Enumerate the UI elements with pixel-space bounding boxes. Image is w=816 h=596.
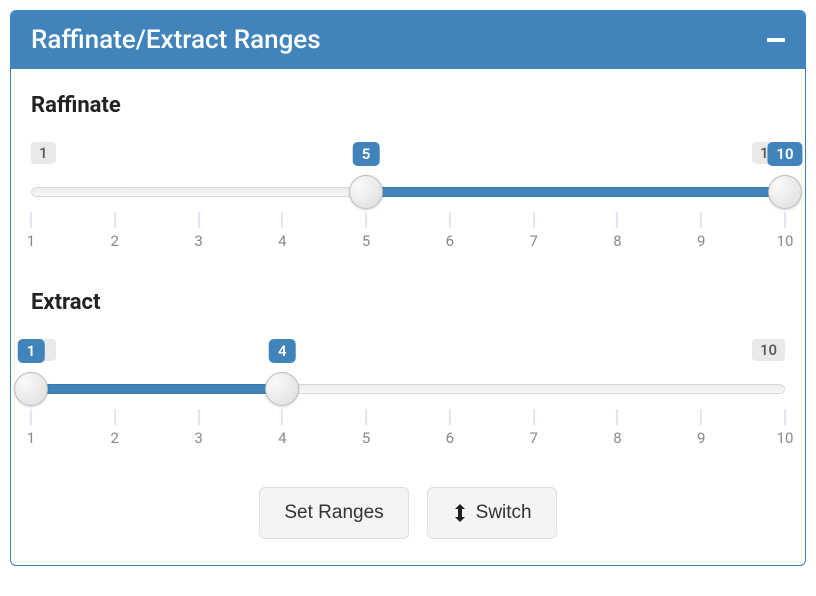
panel-title: Raffinate/Extract Ranges: [31, 25, 321, 55]
raffinate-track-fill: [366, 187, 785, 197]
tick-mark: [617, 212, 618, 228]
tick-label: 7: [529, 429, 537, 447]
tick-mark: [282, 212, 283, 228]
tick-label: 1: [27, 429, 35, 447]
tick-mark: [282, 409, 283, 425]
raffinate-bounds: 1 10: [31, 142, 785, 164]
tick-label: 2: [111, 232, 119, 250]
raffinate-low-handle[interactable]: [349, 175, 383, 209]
tick-mark: [785, 409, 786, 425]
tick-label: 7: [529, 232, 537, 250]
tick-label: 3: [194, 232, 202, 250]
tick-mark: [617, 409, 618, 425]
switch-label: Switch: [476, 502, 532, 524]
swap-vertical-icon: [452, 503, 468, 523]
tick-mark: [533, 409, 534, 425]
raffinate-high-value: 10: [767, 142, 802, 166]
tick-mark: [366, 212, 367, 228]
tick-label: 2: [111, 429, 119, 447]
tick-mark: [449, 409, 450, 425]
tick-label: 9: [697, 429, 705, 447]
tick-mark: [701, 409, 702, 425]
raffinate-min-bound: 1: [31, 142, 56, 164]
tick-mark: [533, 212, 534, 228]
extract-bounds: 1 10: [31, 339, 785, 361]
tick-label: 1: [27, 232, 35, 250]
tick-label: 10: [777, 232, 794, 250]
actions-row: Set Ranges Switch: [31, 487, 785, 539]
extract-high-handle[interactable]: [265, 372, 299, 406]
tick-label: 9: [697, 232, 705, 250]
tick-label: 8: [613, 232, 621, 250]
tick-label: 4: [278, 429, 286, 447]
extract-slider[interactable]: 1 4: [31, 371, 785, 407]
extract-slider-container: 1 10 1 4 12345678910: [31, 339, 785, 451]
tick-mark: [114, 212, 115, 228]
tick-label: 6: [446, 429, 454, 447]
extract-low-value: 1: [18, 339, 45, 363]
tick-mark: [366, 409, 367, 425]
extract-label: Extract: [31, 290, 785, 315]
switch-button[interactable]: Switch: [427, 487, 557, 539]
tick-label: 5: [362, 429, 370, 447]
tick-mark: [785, 212, 786, 228]
extract-low-handle[interactable]: [14, 372, 48, 406]
tick-mark: [198, 212, 199, 228]
raffinate-slider[interactable]: 5 10: [31, 174, 785, 210]
tick-label: 4: [278, 232, 286, 250]
raffinate-ticks: 12345678910: [31, 212, 785, 254]
tick-label: 3: [194, 429, 202, 447]
tick-label: 5: [362, 232, 370, 250]
extract-track-fill: [31, 384, 282, 394]
ranges-panel: Raffinate/Extract Ranges Raffinate 1 10 …: [10, 10, 806, 566]
raffinate-high-handle[interactable]: [768, 175, 802, 209]
panel-header: Raffinate/Extract Ranges: [11, 11, 805, 69]
raffinate-label: Raffinate: [31, 93, 785, 118]
set-ranges-label: Set Ranges: [284, 502, 383, 524]
set-ranges-button[interactable]: Set Ranges: [259, 487, 408, 539]
raffinate-low-value: 5: [353, 142, 380, 166]
minus-icon[interactable]: [767, 38, 785, 42]
tick-mark: [449, 212, 450, 228]
tick-label: 6: [446, 232, 454, 250]
tick-mark: [114, 409, 115, 425]
tick-mark: [198, 409, 199, 425]
tick-mark: [701, 212, 702, 228]
tick-label: 10: [777, 429, 794, 447]
extract-high-value: 4: [269, 339, 296, 363]
raffinate-slider-container: 1 10 5 10 12345678910: [31, 142, 785, 254]
panel-body: Raffinate 1 10 5 10 12345678910 Extract …: [11, 69, 805, 565]
tick-mark: [31, 409, 32, 425]
extract-ticks: 12345678910: [31, 409, 785, 451]
extract-max-bound: 10: [752, 339, 785, 361]
tick-mark: [31, 212, 32, 228]
tick-label: 8: [613, 429, 621, 447]
